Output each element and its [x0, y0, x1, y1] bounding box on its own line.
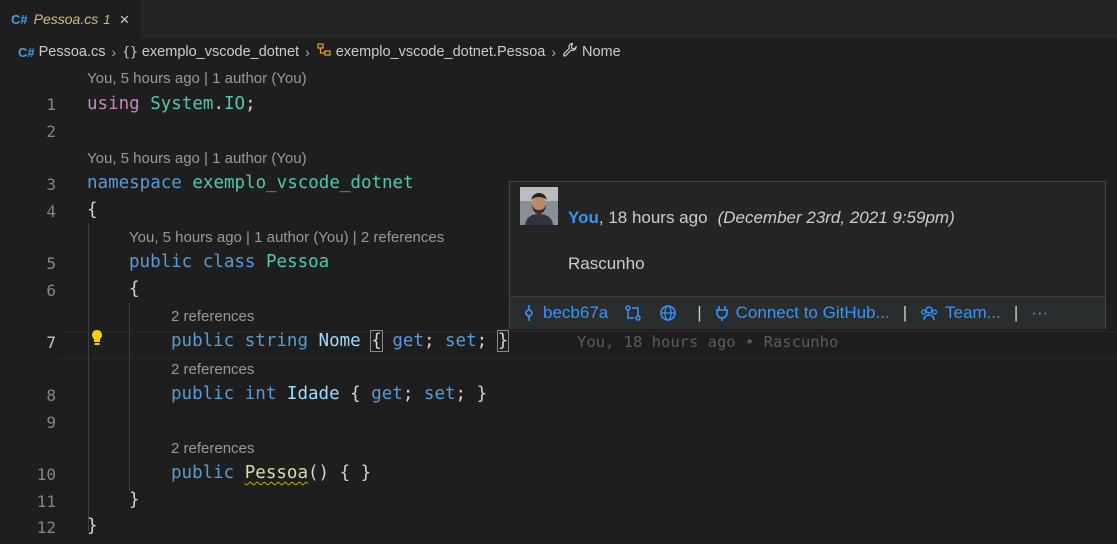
close-icon[interactable]: ×: [119, 11, 129, 28]
blame-hover-actions: becb67a | Connect to GitHub... | Team...…: [510, 296, 1105, 329]
blame-hover-card: You, 18 hours ago (December 23rd, 2021 9:…: [509, 181, 1106, 329]
indent-guide: [88, 223, 89, 531]
blame-header: You, 18 hours ago (December 23rd, 2021 9:…: [568, 208, 955, 228]
codelens-blame[interactable]: You, 5 hours ago | 1 author (You): [87, 150, 307, 167]
codelens-blame-references[interactable]: You, 5 hours ago | 1 author (You) | 2 re…: [129, 229, 444, 246]
line-number: 4: [46, 202, 56, 221]
git-commit-icon: [522, 304, 536, 322]
commit-message: Rascunho: [568, 254, 645, 273]
connect-github-link[interactable]: Connect to GitHub...: [736, 303, 890, 323]
problem-count-badge: 1: [103, 11, 111, 27]
line-number: 5: [46, 254, 56, 273]
codelens-blame[interactable]: You, 5 hours ago | 1 author (You): [87, 70, 307, 87]
lightbulb-icon[interactable]: [90, 329, 104, 350]
more-actions-icon[interactable]: ···: [1031, 303, 1048, 323]
breadcrumb-class[interactable]: exemplo_vscode_dotnet.Pessoa: [336, 44, 546, 60]
line-number: 3: [46, 175, 56, 194]
separator: |: [902, 303, 908, 322]
code-line: }: [87, 516, 98, 536]
team-link[interactable]: Team...: [945, 303, 1001, 323]
chevron-right-icon: ›: [305, 44, 310, 60]
tab-bar: C# Pessoa.cs 1 ×: [0, 0, 1117, 38]
code-line: {: [129, 279, 140, 299]
author-link[interactable]: You: [568, 208, 599, 227]
tab-pessoa-cs[interactable]: C# Pessoa.cs 1 ×: [0, 0, 141, 38]
code-line: namespace exemplo_vscode_dotnet: [87, 173, 414, 193]
codelens-references[interactable]: 2 references: [171, 440, 254, 457]
compare-changes-icon[interactable]: [624, 304, 642, 322]
line-number: 2: [46, 122, 56, 141]
plug-icon: [715, 304, 729, 322]
separator: |: [697, 303, 702, 322]
code-line: {: [87, 200, 98, 220]
line-number: 6: [46, 281, 56, 300]
line-number: 7: [46, 333, 56, 352]
chevron-right-icon: ›: [111, 44, 117, 60]
code-line: public Pessoa() { }: [171, 463, 372, 483]
breadcrumb-namespace[interactable]: exemplo_vscode_dotnet: [142, 44, 299, 60]
class-icon: [316, 43, 332, 61]
separator: |: [1013, 303, 1019, 322]
avatar: [520, 187, 558, 225]
code-line: using System.IO;: [87, 94, 256, 114]
breadcrumb-file[interactable]: Pessoa.cs: [39, 44, 106, 60]
relative-time: , 18 hours ago: [598, 208, 708, 227]
inline-blame-annotation: You, 18 hours ago • Rascunho: [577, 333, 839, 351]
commit-sha-link[interactable]: becb67a: [543, 303, 608, 323]
line-number: 1: [46, 95, 56, 114]
wrench-icon: [562, 42, 578, 62]
breadcrumb: C# Pessoa.cs › {} exemplo_vscode_dotnet …: [18, 41, 621, 63]
line-number: 10: [36, 465, 56, 484]
globe-icon[interactable]: [659, 304, 677, 322]
code-line: }: [129, 490, 140, 510]
line-number: 11: [36, 492, 56, 511]
breadcrumb-property[interactable]: Nome: [582, 44, 621, 60]
codelens-references[interactable]: 2 references: [171, 361, 254, 378]
csharp-file-icon: C#: [18, 44, 35, 60]
commit-date: (December 23rd, 2021 9:59pm): [717, 208, 955, 227]
line-number: 12: [36, 518, 56, 537]
code-line: public int Idade { get; set; }: [171, 384, 488, 404]
namespace-icon: {}: [122, 44, 138, 60]
csharp-file-icon: C#: [11, 11, 28, 27]
line-number: 9: [46, 413, 56, 432]
code-line: public string Nome { get; set; }: [171, 330, 510, 352]
code-line: public class Pessoa: [129, 252, 330, 272]
tab-label: Pessoa.cs: [33, 11, 99, 27]
team-icon: [920, 304, 938, 322]
codelens-references[interactable]: 2 references: [171, 308, 254, 325]
line-number: 8: [46, 386, 56, 405]
chevron-right-icon: ›: [551, 44, 556, 60]
